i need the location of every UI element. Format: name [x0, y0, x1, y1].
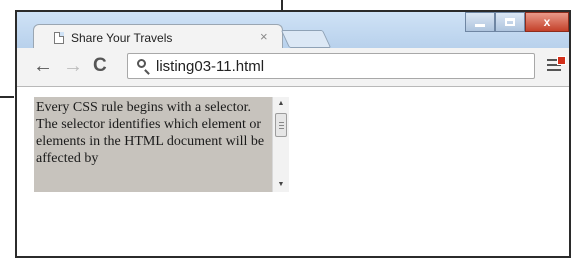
- title-bar: Share Your Travels × x: [17, 12, 569, 52]
- menu-icon-bar: [547, 69, 561, 71]
- scroll-box-text: Every CSS rule begins with a selector. T…: [36, 100, 265, 166]
- close-icon: x: [543, 15, 551, 29]
- tab-close-icon[interactable]: ×: [260, 29, 268, 44]
- browser-window: Share Your Travels × x ← → C listing03-1…: [15, 10, 571, 258]
- tab-title: Share Your Travels: [71, 31, 173, 45]
- thumb-grip: [279, 128, 284, 129]
- scrollable-text-box[interactable]: Every CSS rule begins with a selector. T…: [34, 97, 289, 192]
- search-icon: [137, 59, 146, 68]
- background-line-horizontal: [0, 96, 14, 98]
- address-bar[interactable]: listing03-11.html: [127, 53, 535, 79]
- update-badge: [557, 56, 566, 65]
- vertical-scrollbar[interactable]: ▲ ▼: [272, 97, 289, 192]
- maximize-button[interactable]: [495, 12, 525, 32]
- page-content: Every CSS rule begins with a selector. T…: [17, 87, 569, 256]
- scroll-thumb[interactable]: [275, 113, 287, 137]
- forward-button[interactable]: →: [63, 56, 83, 76]
- new-tab-button[interactable]: [280, 30, 332, 48]
- thumb-grip: [279, 125, 284, 126]
- minimize-icon: [475, 23, 485, 27]
- minimize-button[interactable]: [465, 12, 495, 32]
- menu-button[interactable]: [547, 56, 566, 72]
- page-icon: [54, 32, 64, 44]
- reload-button[interactable]: C: [93, 56, 107, 76]
- window-controls: x: [465, 12, 569, 32]
- thumb-grip: [279, 122, 284, 123]
- maximize-icon: [505, 18, 515, 26]
- url-text[interactable]: listing03-11.html: [156, 58, 264, 75]
- scroll-up-icon[interactable]: ▲: [273, 98, 289, 110]
- scroll-down-icon[interactable]: ▼: [273, 179, 289, 191]
- back-button[interactable]: ←: [33, 56, 53, 76]
- close-window-button[interactable]: x: [525, 12, 569, 32]
- browser-toolbar: ← → C listing03-11.html: [17, 48, 569, 87]
